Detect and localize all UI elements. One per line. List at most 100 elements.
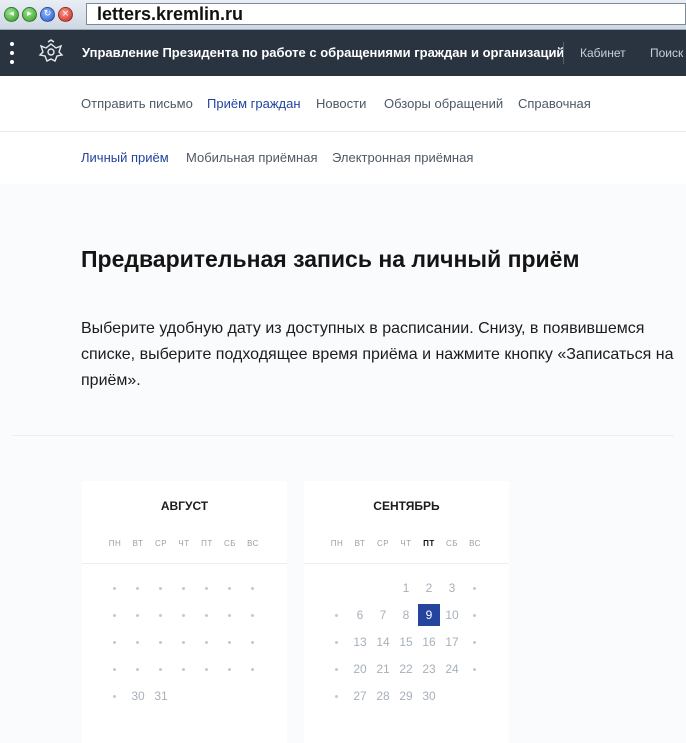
month-title: СЕНТЯБРЬ	[373, 499, 440, 513]
weekday-label: СР	[376, 539, 390, 548]
subnav-electronic[interactable]: Электронная приёмная	[332, 150, 473, 165]
unavailable-day	[104, 658, 126, 680]
calendar-day[interactable]: 31	[150, 685, 172, 707]
unavailable-day	[104, 631, 126, 653]
unavailable-day	[326, 658, 348, 680]
divider	[12, 435, 674, 436]
calendar-day[interactable]: 28	[372, 685, 394, 707]
calendar-day[interactable]: 23	[418, 658, 440, 680]
calendar-day[interactable]: 20	[349, 658, 371, 680]
stop-icon[interactable]: ×	[58, 7, 73, 22]
main-content: Предварительная запись на личный приём В…	[0, 184, 686, 743]
calendar-day[interactable]: 9	[418, 604, 440, 626]
unavailable-day	[242, 631, 264, 653]
unavailable-day	[127, 577, 149, 599]
site-header: Управление Президента по работе с обраще…	[0, 30, 686, 76]
menu-icon[interactable]	[10, 42, 14, 64]
weekday-label: ЧТ	[400, 539, 412, 548]
weekday-label: СР	[154, 539, 168, 548]
calendar-day[interactable]: 10	[441, 604, 463, 626]
unavailable-day	[196, 604, 218, 626]
main-nav: Отправить письмо Приём граждан Новости О…	[0, 76, 686, 132]
unavailable-day	[219, 658, 241, 680]
nav-news[interactable]: Новости	[316, 96, 366, 111]
calendar-day[interactable]: 29	[395, 685, 417, 707]
calendar-divider	[304, 563, 509, 564]
unavailable-day	[219, 631, 241, 653]
calendar-day[interactable]: 6	[349, 604, 371, 626]
weekday-label: ВС	[247, 539, 259, 548]
calendar-day[interactable]: 24	[441, 658, 463, 680]
calendar-day[interactable]: 14	[372, 631, 394, 653]
sub-nav: Личный приём Мобильная приёмная Электрон…	[0, 132, 686, 184]
unavailable-day	[150, 631, 172, 653]
calendar-day[interactable]: 13	[349, 631, 371, 653]
unavailable-day	[464, 658, 486, 680]
calendar-day[interactable]: 15	[395, 631, 417, 653]
weekday-label: СБ	[223, 539, 237, 548]
weekday-label: ПН	[330, 539, 344, 548]
calendar-day[interactable]: 2	[418, 577, 440, 599]
coat-of-arms-icon[interactable]	[36, 38, 66, 68]
weekday-label: ВТ	[132, 539, 144, 548]
subnav-mobile[interactable]: Мобильная приёмная	[186, 150, 317, 165]
unavailable-day	[127, 604, 149, 626]
calendar-day[interactable]: 30	[418, 685, 440, 707]
weekday-label: СБ	[445, 539, 459, 548]
unavailable-day	[173, 658, 195, 680]
address-bar[interactable]: letters.kremlin.ru	[86, 3, 686, 25]
back-icon[interactable]: ◂	[4, 7, 19, 22]
unavailable-day	[150, 658, 172, 680]
unavailable-day	[219, 604, 241, 626]
calendar-september: СЕНТЯБРЬ ПН ВТ СР ЧТ ПТ СБ ВС 1 2 3 6 7 8 9 10 13 14 15 1…	[304, 481, 509, 743]
unavailable-day	[104, 604, 126, 626]
forward-icon[interactable]: ▸	[22, 7, 37, 22]
reload-icon[interactable]: ↻	[40, 7, 55, 22]
header-divider	[563, 42, 564, 64]
unavailable-day	[127, 658, 149, 680]
weekday-label: ПН	[108, 539, 122, 548]
cabinet-link[interactable]: Кабинет	[580, 46, 626, 60]
browser-toolbar: ◂ ▸ ↻ × letters.kremlin.ru	[0, 0, 686, 30]
intro-text: Выберите удобную дату из доступных в рас…	[81, 320, 674, 389]
nav-send-letter[interactable]: Отправить письмо	[81, 96, 193, 111]
address-text[interactable]: letters.kremlin.ru	[97, 4, 243, 25]
calendar-august: АВГУСТ ПН ВТ СР ЧТ ПТ СБ ВС 30 31	[82, 481, 287, 743]
calendar-day[interactable]: 22	[395, 658, 417, 680]
unavailable-day	[127, 631, 149, 653]
unavailable-day	[242, 658, 264, 680]
weekday-label: ВС	[469, 539, 481, 548]
unavailable-day	[464, 577, 486, 599]
unavailable-day	[464, 631, 486, 653]
calendar-day[interactable]: 30	[127, 685, 149, 707]
unavailable-day	[326, 685, 348, 707]
calendar-day[interactable]: 16	[418, 631, 440, 653]
unavailable-day	[242, 604, 264, 626]
calendar-day[interactable]: 21	[372, 658, 394, 680]
unavailable-day	[173, 631, 195, 653]
calendar-day[interactable]: 3	[441, 577, 463, 599]
nav-reception[interactable]: Приём граждан	[207, 96, 301, 111]
subnav-personal[interactable]: Личный приём	[81, 150, 169, 165]
unavailable-day	[242, 577, 264, 599]
calendar-day[interactable]: 8	[395, 604, 417, 626]
calendar-day[interactable]: 7	[372, 604, 394, 626]
month-title: АВГУСТ	[160, 499, 209, 513]
org-title[interactable]: Управление Президента по работе с обраще…	[82, 45, 564, 60]
page-title: Предварительная запись на личный приём	[81, 246, 580, 272]
unavailable-day	[196, 631, 218, 653]
nav-reviews[interactable]: Обзоры обращений	[384, 96, 503, 111]
unavailable-day	[104, 577, 126, 599]
unavailable-day	[150, 604, 172, 626]
calendar-day[interactable]: 17	[441, 631, 463, 653]
calendar-divider	[82, 563, 287, 564]
nav-reference[interactable]: Справочная	[518, 96, 591, 111]
unavailable-day	[104, 685, 126, 707]
weekday-row: ПН ВТ СР ЧТ ПТ СБ ВС	[304, 539, 509, 555]
calendar-day[interactable]: 27	[349, 685, 371, 707]
calendar-day[interactable]: 1	[395, 577, 417, 599]
unavailable-day	[464, 604, 486, 626]
unavailable-day	[173, 604, 195, 626]
unavailable-day	[196, 577, 218, 599]
search-link[interactable]: Поиск	[650, 46, 683, 60]
